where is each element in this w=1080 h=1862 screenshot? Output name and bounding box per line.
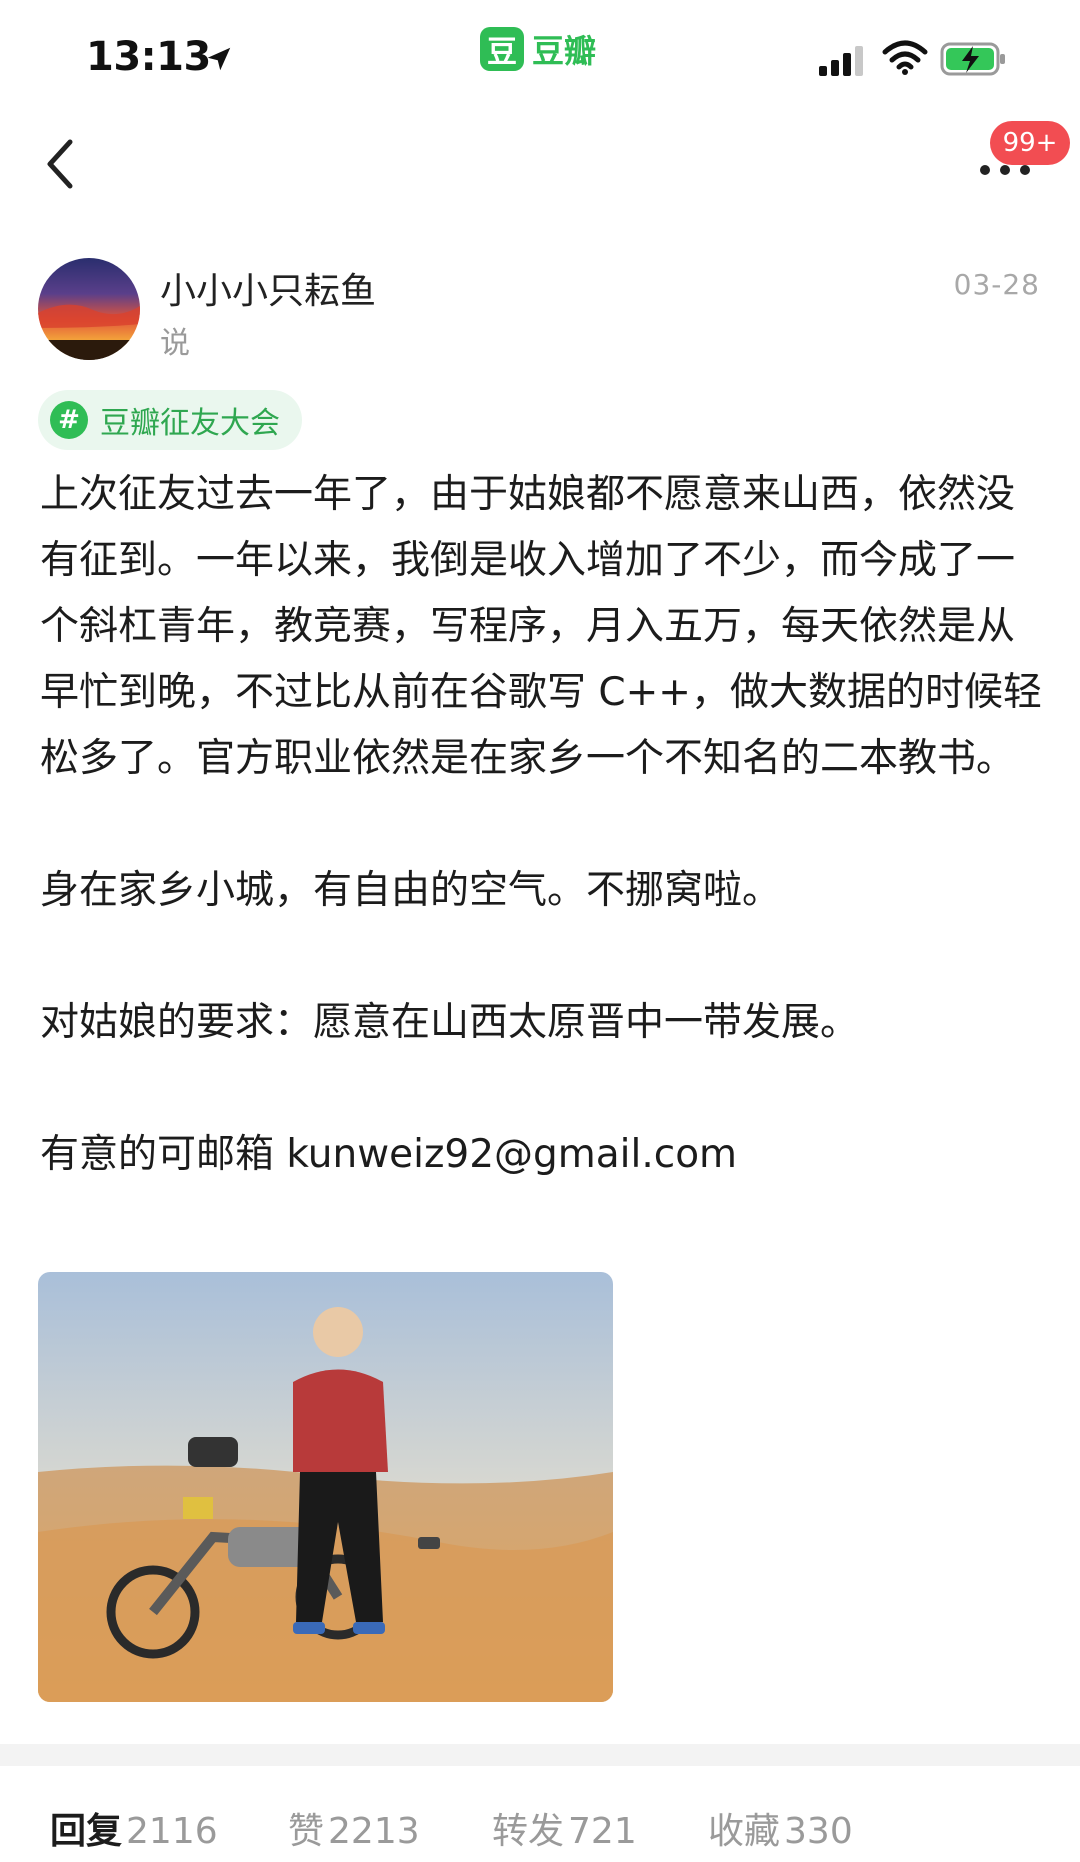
hash-icon: # xyxy=(50,401,88,439)
like-label: 赞 xyxy=(288,1811,325,1852)
app-name: 豆瓣 xyxy=(532,32,597,70)
favorite-count: 330 xyxy=(784,1811,853,1852)
reply-count: 2116 xyxy=(126,1811,218,1852)
location-arrow-icon xyxy=(207,47,231,71)
back-chevron-icon[interactable] xyxy=(36,132,84,196)
repost-count: 721 xyxy=(568,1811,637,1852)
notification-badge[interactable]: 99+ xyxy=(990,121,1070,165)
like-count: 2213 xyxy=(328,1811,420,1852)
wifi-icon xyxy=(882,40,928,75)
signal-icon xyxy=(819,46,863,76)
post-date: 03-28 xyxy=(953,268,1040,301)
reply-button[interactable]: 回复 2116 xyxy=(50,1802,218,1854)
action-bar: 回复 2116 赞 2213 转发 721 收藏 330 xyxy=(0,1766,1080,1862)
douban-logo-icon: 豆 xyxy=(480,27,524,71)
topic-label: 豆瓣征友大会 xyxy=(100,406,280,441)
repost-label: 转发 xyxy=(492,1811,565,1852)
repost-button[interactable]: 转发 721 xyxy=(492,1802,637,1854)
status-bar: 13:13 豆 豆瓣 xyxy=(0,0,1080,120)
reply-label: 回复 xyxy=(50,1811,123,1852)
divider xyxy=(0,1744,1080,1766)
like-button[interactable]: 赞 2213 xyxy=(288,1802,420,1854)
favorite-label: 收藏 xyxy=(708,1811,781,1852)
post-paragraph: 有意的可邮箱 kunweiz92@gmail.com xyxy=(40,1132,738,1177)
post-paragraph: 身在家乡小城，有自由的空气。不挪窝啦。 xyxy=(40,868,782,913)
post-paragraph: 对姑娘的要求：愿意在山西太原晋中一带发展。 xyxy=(40,1000,860,1045)
avatar[interactable] xyxy=(38,258,140,360)
app-badge[interactable]: 豆 豆瓣 xyxy=(480,26,596,72)
post-body: 上次征友过去一年了，由于姑娘都不愿意来山西，依然没有征到。一年以来，我倒是收入增… xyxy=(40,462,1050,1188)
post-paragraph: 上次征友过去一年了，由于姑娘都不愿意来山西，依然没有征到。一年以来，我倒是收入增… xyxy=(40,472,1042,781)
topic-tag[interactable]: # 豆瓣征友大会 xyxy=(38,390,302,450)
post-photo[interactable] xyxy=(38,1272,613,1702)
status-time: 13:13 xyxy=(86,34,211,80)
author-name[interactable]: 小小小只耘鱼 xyxy=(160,262,376,314)
battery-charging-icon xyxy=(940,42,1005,76)
author-action: 说 xyxy=(160,326,190,361)
favorite-button[interactable]: 收藏 330 xyxy=(708,1802,853,1854)
